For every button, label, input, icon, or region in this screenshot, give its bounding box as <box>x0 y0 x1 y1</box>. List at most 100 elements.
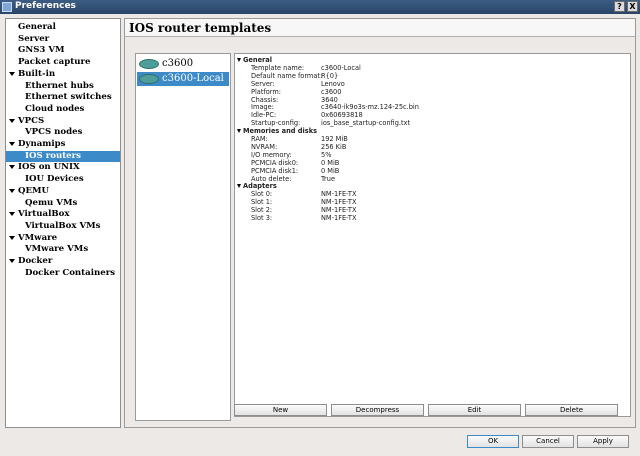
sidebar-item-label: Docker <box>18 256 53 266</box>
collapse-arrow-icon[interactable] <box>237 129 241 134</box>
property-key: Auto delete: <box>251 174 292 183</box>
sidebar-item-qemu-vms[interactable]: Qemu VMs <box>6 198 120 209</box>
page-title: IOS router templates <box>125 19 635 37</box>
template-item[interactable]: c3600 <box>137 57 229 71</box>
section-heading[interactable]: Memories and disks <box>235 127 317 135</box>
section-heading-label: Adapters <box>243 182 277 191</box>
property-value: 256 KiB <box>321 142 347 151</box>
property-key: Idle-PC: <box>251 111 277 120</box>
property-key: Slot 2: <box>251 206 273 215</box>
section-heading[interactable]: General <box>235 56 272 64</box>
router-icon <box>139 74 159 84</box>
expand-arrow-icon[interactable] <box>9 118 15 123</box>
template-list[interactable]: c3600 c3600-Local <box>135 53 231 421</box>
property-value: NM-1FE-TX <box>321 214 357 222</box>
sidebar-item-label: VMware VMs <box>25 244 89 255</box>
sidebar-item-packet-capture[interactable]: Packet capture <box>6 57 120 68</box>
sidebar-item-gns3-vm[interactable]: GNS3 VM <box>6 45 120 56</box>
sidebar-item-vmware-vms[interactable]: VMware VMs <box>6 244 120 255</box>
sidebar-item-label: VMware <box>18 232 58 243</box>
edit-button[interactable]: Edit <box>428 404 521 416</box>
sidebar-item-ethernet-switches[interactable]: Ethernet switches <box>6 92 120 103</box>
sidebar-item-dynamips[interactable]: Dynamips <box>6 139 120 150</box>
sidebar-item-ethernet-hubs[interactable]: Ethernet hubs <box>6 81 120 92</box>
sidebar-item-label: Docker Containers <box>25 267 116 278</box>
expand-arrow-icon[interactable] <box>9 188 15 193</box>
property-key: PCMCIA disk0: <box>251 158 299 167</box>
template-item[interactable]: c3600-Local <box>137 72 229 86</box>
sidebar-item-label: Ethernet switches <box>25 92 112 103</box>
property-value: c3600-Local <box>321 63 361 72</box>
sidebar-item-virtualbox[interactable]: VirtualBox <box>6 209 120 220</box>
sidebar-item-vpcs-nodes[interactable]: VPCS nodes <box>6 127 120 138</box>
section-heading-label: Memories and disks <box>243 127 318 136</box>
sidebar-item-docker[interactable]: Docker <box>6 256 120 267</box>
property-key: Default name format: <box>251 71 323 80</box>
section-heading-label: General <box>243 56 273 64</box>
apply-button[interactable]: Apply <box>577 435 629 448</box>
sidebar-item-label: VirtualBox <box>18 209 70 220</box>
expand-arrow-icon[interactable] <box>9 142 15 146</box>
expand-arrow-icon[interactable] <box>9 71 15 76</box>
sidebar-item-label: General <box>18 22 56 32</box>
property-key: Slot 1: <box>251 198 273 207</box>
decompress-button[interactable]: Decompress <box>331 404 424 416</box>
help-button[interactable]: ? <box>614 1 625 12</box>
sidebar-item-label: VirtualBox VMs <box>25 220 101 231</box>
content-panel: IOS router templates c3600 c3600-Local Ge… <box>124 18 636 428</box>
sidebar-item-docker-containers[interactable]: Docker Containers <box>6 268 120 279</box>
sidebar-item-cloud-nodes[interactable]: Cloud nodes <box>6 104 120 115</box>
preferences-sidebar: General Server GNS3 VM Packet capture Built-… <box>5 18 121 428</box>
template-label: c3600-Local <box>162 73 224 84</box>
property-key: Platform: <box>251 87 282 96</box>
property-value: 0x60693818 <box>321 111 363 120</box>
sidebar-item-label: Dynamips <box>18 139 66 149</box>
router-icon <box>139 59 159 69</box>
sidebar-item-built-in[interactable]: Built-in <box>6 69 120 80</box>
sidebar-item-iou-devices[interactable]: IOU Devices <box>6 174 120 185</box>
sidebar-item-label: Ethernet hubs <box>25 80 94 91</box>
app-icon <box>2 2 12 12</box>
expand-arrow-icon[interactable] <box>9 259 15 263</box>
sidebar-item-general[interactable]: General <box>6 22 120 33</box>
sidebar-item-label: Built-in <box>18 68 56 79</box>
property-value: NM-1FE-TX <box>321 190 357 199</box>
sidebar-item-ios-routers[interactable]: IOS routers <box>6 150 120 162</box>
sidebar-item-vpcs[interactable]: VPCS <box>6 116 120 127</box>
ok-button[interactable]: OK <box>467 435 519 448</box>
property-key: Slot 3: <box>251 214 273 222</box>
new-button[interactable]: New <box>234 404 327 416</box>
sidebar-item-server[interactable]: Server <box>6 34 120 45</box>
expand-arrow-icon[interactable] <box>9 165 15 170</box>
section-heading[interactable]: Adapters <box>235 182 277 190</box>
sidebar-item-label: IOS on UNIX <box>18 162 80 173</box>
window-title: Preferences <box>15 1 76 11</box>
collapse-arrow-icon[interactable] <box>237 58 241 62</box>
property-key: Server: <box>251 79 275 88</box>
sidebar-item-label: IOS routers <box>25 150 82 161</box>
title-bar: Preferences ? X <box>0 0 640 14</box>
property-value: c3600 <box>321 87 342 96</box>
sidebar-item-vmware[interactable]: VMware <box>6 233 120 244</box>
sidebar-item-qemu[interactable]: QEMU <box>6 186 120 197</box>
property-key: NVRAM: <box>251 142 278 151</box>
property-value: True <box>321 174 336 183</box>
sidebar-item-label: Server <box>18 33 50 44</box>
close-button[interactable]: X <box>627 1 638 12</box>
property-value: ios_base_startup-config.txt <box>321 119 411 128</box>
sidebar-item-label: Packet capture <box>18 57 91 68</box>
property-key: Template name: <box>251 63 305 72</box>
property-value: 0 MiB <box>321 166 340 175</box>
collapse-arrow-icon[interactable] <box>237 184 241 189</box>
property-value: NM-1FE-TX <box>321 198 357 207</box>
expand-arrow-icon[interactable] <box>9 212 15 217</box>
sidebar-item-label: IOU Devices <box>25 174 84 185</box>
sidebar-item-ios-on-unix[interactable]: IOS on UNIX <box>6 162 120 173</box>
sidebar-item-virtualbox-vms[interactable]: VirtualBox VMs <box>6 221 120 232</box>
expand-arrow-icon[interactable] <box>9 235 15 240</box>
property-value: Lenovo <box>321 79 345 88</box>
template-details: General Template name: c3600-Local Default … <box>234 53 631 417</box>
property-value: c3640-ik9o3s-mz.124-25c.bin <box>321 103 419 112</box>
delete-button[interactable]: Delete <box>525 404 618 416</box>
cancel-button[interactable]: Cancel <box>522 435 574 448</box>
